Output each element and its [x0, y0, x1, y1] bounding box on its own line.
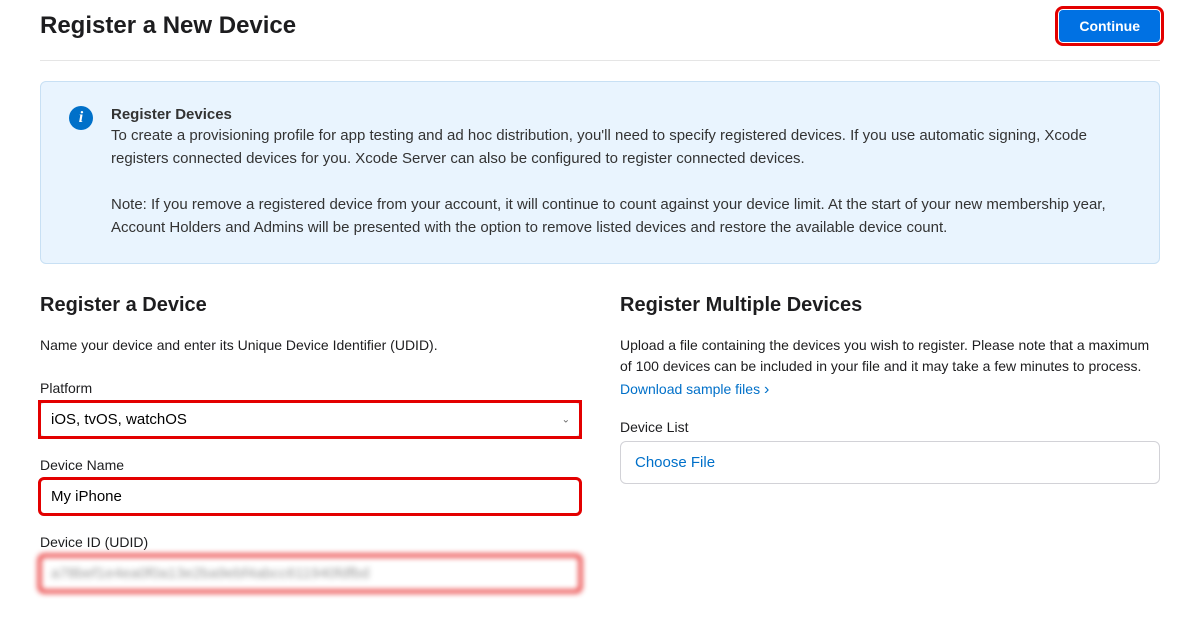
device-list-label: Device List — [620, 419, 1160, 435]
info-panel: i Register Devices To create a provision… — [40, 81, 1160, 264]
platform-select[interactable]: iOS, tvOS, watchOS — [40, 402, 580, 437]
download-sample-link[interactable]: Download sample files — [620, 381, 769, 399]
single-desc: Name your device and enter its Unique De… — [40, 335, 580, 356]
continue-button[interactable]: Continue — [1059, 10, 1160, 42]
info-body: To create a provisioning profile for app… — [111, 125, 1131, 170]
register-single-column: Register a Device Name your device and e… — [40, 294, 580, 611]
single-title: Register a Device — [40, 294, 580, 317]
multiple-desc: Upload a file containing the devices you… — [620, 335, 1160, 377]
device-name-input[interactable] — [40, 479, 580, 514]
device-list-group: Device List Choose File — [620, 419, 1160, 484]
page-header: Register a New Device Continue — [40, 10, 1160, 61]
platform-select-wrapper: iOS, tvOS, watchOS ⌄ — [40, 402, 580, 437]
info-title: Register Devices — [111, 106, 1131, 123]
multiple-title: Register Multiple Devices — [620, 294, 1160, 317]
info-content: Register Devices To create a provisionin… — [111, 106, 1131, 239]
register-multiple-column: Register Multiple Devices Upload a file … — [620, 294, 1160, 611]
device-name-group: Device Name — [40, 457, 580, 514]
device-id-group: Device ID (UDID) — [40, 534, 580, 591]
info-note: Note: If you remove a registered device … — [111, 194, 1131, 239]
device-id-label: Device ID (UDID) — [40, 534, 580, 550]
info-icon: i — [69, 106, 93, 130]
platform-label: Platform — [40, 380, 580, 396]
choose-file-button[interactable]: Choose File — [620, 441, 1160, 484]
info-icon-wrap: i — [69, 106, 93, 239]
form-columns: Register a Device Name your device and e… — [40, 294, 1160, 611]
platform-group: Platform iOS, tvOS, watchOS ⌄ — [40, 380, 580, 437]
device-name-label: Device Name — [40, 457, 580, 473]
page-title: Register a New Device — [40, 12, 296, 40]
device-id-input[interactable] — [40, 556, 580, 591]
